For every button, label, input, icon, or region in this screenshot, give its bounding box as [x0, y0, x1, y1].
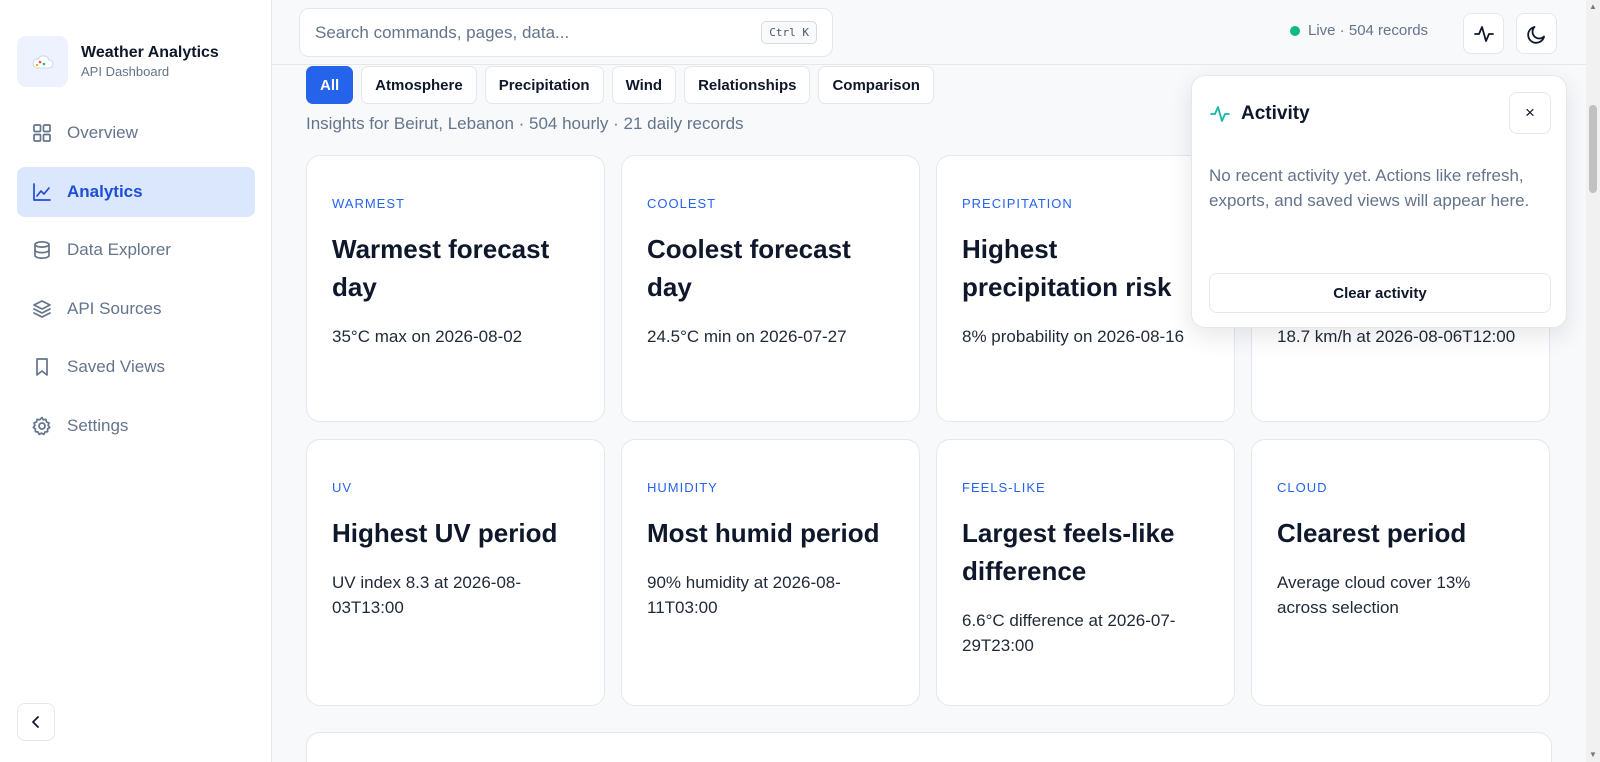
activity-pulse-icon	[1210, 106, 1230, 122]
card-category: WARMEST	[332, 196, 405, 211]
sidebar-item-overview[interactable]: Overview	[17, 108, 255, 158]
topbar: Search commands, pages, data... Ctrl K L…	[272, 0, 1586, 65]
filter-chip-atmosphere[interactable]: Atmosphere	[361, 66, 477, 104]
filter-chip-wind[interactable]: Wind	[611, 66, 677, 104]
insight-card: WARMEST Warmest forecast day 35°C max on…	[306, 155, 605, 422]
sidebar-item-data-explorer[interactable]: Data Explorer	[17, 225, 255, 275]
close-icon: ×	[1525, 103, 1535, 122]
sidebar-item-label: Data Explorer	[67, 240, 171, 260]
live-status: Live · 504 records	[1290, 22, 1428, 39]
card-category: FEELS-LIKE	[962, 480, 1046, 495]
scrollbar-thumb[interactable]	[1589, 105, 1597, 193]
insight-card: COOLEST Coolest forecast day 24.5°C min …	[621, 155, 920, 422]
card-title: Coolest forecast day	[647, 234, 851, 302]
card-category: HUMIDITY	[647, 480, 718, 495]
insight-card: FEELS-LIKE Largest feels-like difference…	[936, 439, 1235, 706]
insight-card: UV Highest UV period UV index 8.3 at 202…	[306, 439, 605, 706]
filter-chip-relationships[interactable]: Relationships	[684, 66, 811, 104]
database-icon	[32, 240, 52, 260]
brand-subtitle: API Dashboard	[81, 63, 170, 79]
sidebar-item-analytics[interactable]: Analytics	[17, 166, 255, 217]
sidebar: Weather Analytics API Dashboard Overview…	[0, 0, 272, 762]
grid-icon	[32, 123, 52, 143]
card-category: UV	[332, 480, 353, 495]
activity-header: Activity	[1209, 103, 1310, 125]
shortcut-badge: Ctrl K	[761, 21, 817, 44]
card-description: 90% humidity at 2026-08-11T03:00	[647, 573, 841, 617]
gear-icon	[32, 416, 52, 436]
card-description: 8% probability on 2026-08-16	[962, 327, 1185, 346]
layers-icon	[32, 299, 52, 319]
sidebar-item-label: Settings	[67, 415, 129, 435]
filter-chip-all[interactable]: All	[306, 66, 354, 104]
brand[interactable]: Weather Analytics API Dashboard	[17, 36, 219, 87]
card-title: Most humid period	[647, 518, 880, 548]
sidebar-item-settings[interactable]: Settings	[17, 401, 255, 451]
sidebar-item-api-sources[interactable]: API Sources	[17, 284, 255, 334]
chart-line-icon	[32, 182, 52, 202]
activity-title: Activity	[1241, 103, 1310, 124]
card-title: Clearest period	[1277, 518, 1467, 548]
theme-toggle-button[interactable]	[1516, 13, 1557, 54]
activity-button[interactable]	[1463, 13, 1504, 54]
insight-card: CLOUD Clearest period Average cloud cove…	[1251, 439, 1550, 706]
filter-chip-comparison[interactable]: Comparison	[818, 66, 934, 104]
card-description: 24.5°C min on 2026-07-27	[647, 327, 847, 346]
sidebar-item-label: Saved Views	[67, 357, 165, 377]
search-placeholder: Search commands, pages, data...	[315, 22, 570, 42]
filter-chips: All Atmosphere Precipitation Wind Relati…	[306, 66, 942, 104]
sidebar-item-label: Analytics	[67, 181, 143, 201]
weather-logo-icon	[17, 36, 68, 87]
insight-card: HUMIDITY Most humid period 90% humidity …	[621, 439, 920, 706]
clear-activity-button[interactable]: Clear activity	[1209, 273, 1551, 313]
sidebar-item-saved-views[interactable]: Saved Views	[17, 342, 255, 392]
card-description: Average cloud cover 13% across selection	[1277, 573, 1471, 617]
card-category: PRECIPITATION	[962, 196, 1073, 211]
close-activity-button[interactable]: ×	[1509, 92, 1551, 134]
filter-chip-precipitation[interactable]: Precipitation	[484, 66, 604, 104]
card-category: CLOUD	[1277, 480, 1328, 495]
search-input[interactable]: Search commands, pages, data... Ctrl K	[299, 8, 833, 57]
sidebar-item-label: Overview	[67, 123, 138, 142]
card-description: 35°C max on 2026-08-02	[332, 327, 523, 346]
moon-icon	[1526, 25, 1545, 44]
activity-panel: Activity × No recent activity yet. Actio…	[1191, 75, 1567, 328]
scroll-up-icon[interactable]: ▲	[1589, 2, 1597, 11]
chevron-left-icon	[32, 716, 39, 728]
card-description: UV index 8.3 at 2026-08-03T13:00	[332, 573, 522, 617]
card-description: 6.6°C difference at 2026-07-29T23:00	[962, 611, 1176, 655]
card-category: COOLEST	[647, 196, 717, 211]
scroll-down-icon[interactable]: ▼	[1589, 750, 1597, 759]
activity-empty-message: No recent activity yet. Actions like ref…	[1209, 166, 1530, 210]
chart-section-card	[306, 732, 1552, 762]
activity-icon	[1473, 25, 1494, 42]
live-status-text: Live · 504 records	[1308, 22, 1429, 39]
card-title: Warmest forecast day	[332, 234, 550, 302]
bookmark-icon	[32, 357, 52, 377]
scrollbar[interactable]: ▲ ▼	[1586, 0, 1600, 762]
live-dot-icon	[1290, 25, 1300, 36]
card-title: Highest precipitation risk	[962, 234, 1172, 302]
brand-title: Weather Analytics	[81, 43, 219, 61]
card-title: Largest feels-like difference	[962, 518, 1175, 586]
sidebar-item-label: API Sources	[67, 298, 162, 318]
sidebar-nav: Overview Analytics Data Explorer API Sou…	[17, 108, 255, 460]
collapse-sidebar-button[interactable]	[17, 703, 55, 741]
insight-summary: Insights for Beirut, Lebanon · 504 hourl…	[306, 114, 744, 133]
card-title: Highest UV period	[332, 518, 558, 548]
